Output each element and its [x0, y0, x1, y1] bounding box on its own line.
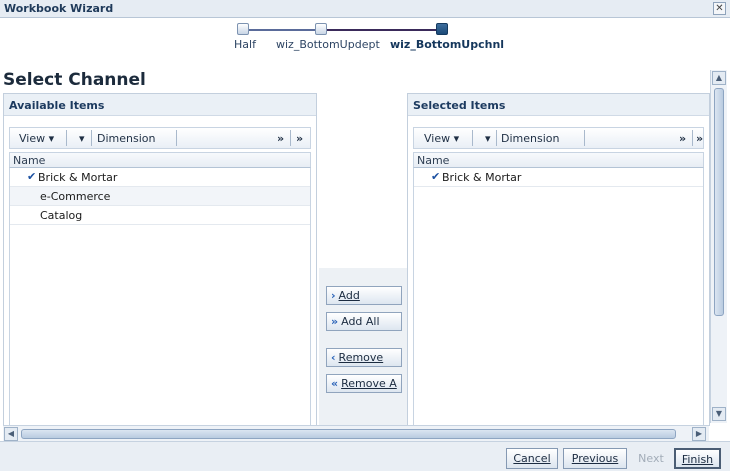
shuttle-controls: › Add » Add All ‹ Remove «Remove A	[319, 268, 407, 426]
horizontal-scroll-thumb[interactable]	[21, 429, 676, 439]
remove-all-button[interactable]: «Remove A	[326, 374, 402, 393]
list-item-label: e-Commerce	[40, 190, 111, 203]
arrow-right-icon: ›	[331, 289, 336, 302]
overflow-icon[interactable]: »	[277, 132, 284, 145]
add-all-button[interactable]: » Add All	[326, 312, 402, 331]
train-connector-1	[243, 29, 321, 31]
check-icon: ✔	[27, 170, 37, 183]
toolbar-separator	[496, 130, 497, 146]
available-column-name[interactable]: Name	[9, 152, 311, 168]
toolbar-separator	[692, 130, 693, 146]
train-connector-2	[321, 29, 442, 31]
scroll-down-icon[interactable]: ▼	[712, 407, 726, 421]
available-items-panel: Available Items View ▾ ▾ Dimension » » N…	[3, 93, 317, 426]
toolbar-more-icon[interactable]: »	[296, 132, 303, 145]
toolbar-separator	[91, 130, 92, 146]
list-item-label: Brick & Mortar	[442, 171, 522, 184]
selected-column-name[interactable]: Name	[413, 152, 704, 168]
add-label: Add	[338, 289, 360, 302]
toolbar-separator	[176, 130, 177, 146]
list-item[interactable]: Catalog	[10, 206, 310, 225]
scroll-right-icon[interactable]: ▶	[692, 427, 706, 441]
window-titlebar: Workbook Wizard ✕	[0, 0, 730, 18]
train-stop-half[interactable]	[237, 23, 249, 35]
toolbar-separator	[472, 130, 473, 146]
page-title: Select Channel	[3, 70, 146, 90]
previous-button[interactable]: Previous	[563, 448, 627, 469]
train-label-bottomupdept[interactable]: wiz_BottomUpdept	[276, 38, 380, 51]
check-icon: ✔	[431, 170, 441, 183]
dimension-button[interactable]: Dimension	[97, 132, 155, 145]
train-stop-bottomupchnl	[436, 23, 448, 35]
column-menu-icon[interactable]: ▾	[485, 132, 491, 145]
overflow-icon[interactable]: »	[679, 132, 686, 145]
arrow-left-icon: ‹	[331, 351, 336, 364]
selected-items-list: ✔ Brick & Mortar	[413, 168, 704, 425]
wizard-footer: Cancel Previous Next Finish	[0, 441, 730, 471]
toolbar-more-icon[interactable]: »	[696, 132, 703, 145]
train-stop-bottomupdept[interactable]	[315, 23, 327, 35]
close-icon[interactable]: ✕	[713, 2, 726, 15]
add-all-label: Add All	[341, 315, 380, 328]
list-item-label: Catalog	[40, 209, 83, 222]
arrow-double-left-icon: «	[331, 377, 339, 390]
next-label: Next	[638, 452, 664, 465]
remove-all-label: Remove A	[341, 377, 397, 390]
selected-items-panel: Selected Items View ▾ ▾ Dimension » » Na…	[407, 93, 710, 426]
vertical-scrollbar[interactable]: ▲ ▼	[710, 70, 727, 423]
remove-button[interactable]: ‹ Remove	[326, 348, 402, 367]
wizard-train: Half wiz_BottomUpdept wiz_BottomUpchnl	[0, 18, 730, 68]
train-label-bottomupchnl: wiz_BottomUpchnl	[390, 38, 505, 51]
horizontal-scrollbar[interactable]: ◀ ▶	[3, 425, 709, 441]
available-items-header: Available Items	[4, 94, 316, 116]
arrow-double-right-icon: »	[331, 315, 339, 328]
available-toolbar: View ▾ ▾ Dimension » »	[9, 127, 311, 149]
finish-label: Finish	[681, 453, 714, 466]
window-title: Workbook Wizard	[4, 2, 114, 15]
column-menu-icon[interactable]: ▾	[79, 132, 85, 145]
list-item[interactable]: ✔ Brick & Mortar	[414, 168, 703, 187]
selected-items-header: Selected Items	[408, 94, 709, 116]
train-label-half[interactable]: Half	[234, 38, 256, 51]
dimension-button[interactable]: Dimension	[501, 132, 559, 145]
toolbar-separator	[290, 130, 291, 146]
available-items-list: ✔ Brick & Mortar e-Commerce Catalog	[9, 168, 311, 425]
previous-label: Previous	[571, 452, 619, 465]
scroll-up-icon[interactable]: ▲	[712, 71, 726, 85]
cancel-button[interactable]: Cancel	[506, 448, 558, 469]
toolbar-separator	[66, 130, 67, 146]
add-button[interactable]: › Add	[326, 286, 402, 305]
next-button: Next	[633, 448, 669, 469]
view-menu[interactable]: View ▾	[424, 132, 459, 145]
list-item[interactable]: ✔ Brick & Mortar	[10, 168, 310, 187]
vertical-scroll-thumb[interactable]	[714, 88, 724, 316]
list-item[interactable]: e-Commerce	[10, 187, 310, 206]
scroll-left-icon[interactable]: ◀	[4, 427, 18, 441]
view-menu[interactable]: View ▾	[19, 132, 54, 145]
selected-toolbar: View ▾ ▾ Dimension » »	[413, 127, 704, 149]
toolbar-separator	[584, 130, 585, 146]
list-item-label: Brick & Mortar	[38, 171, 118, 184]
finish-button[interactable]: Finish	[674, 448, 721, 469]
cancel-label: Cancel	[513, 452, 551, 465]
remove-label: Remove	[338, 351, 384, 364]
